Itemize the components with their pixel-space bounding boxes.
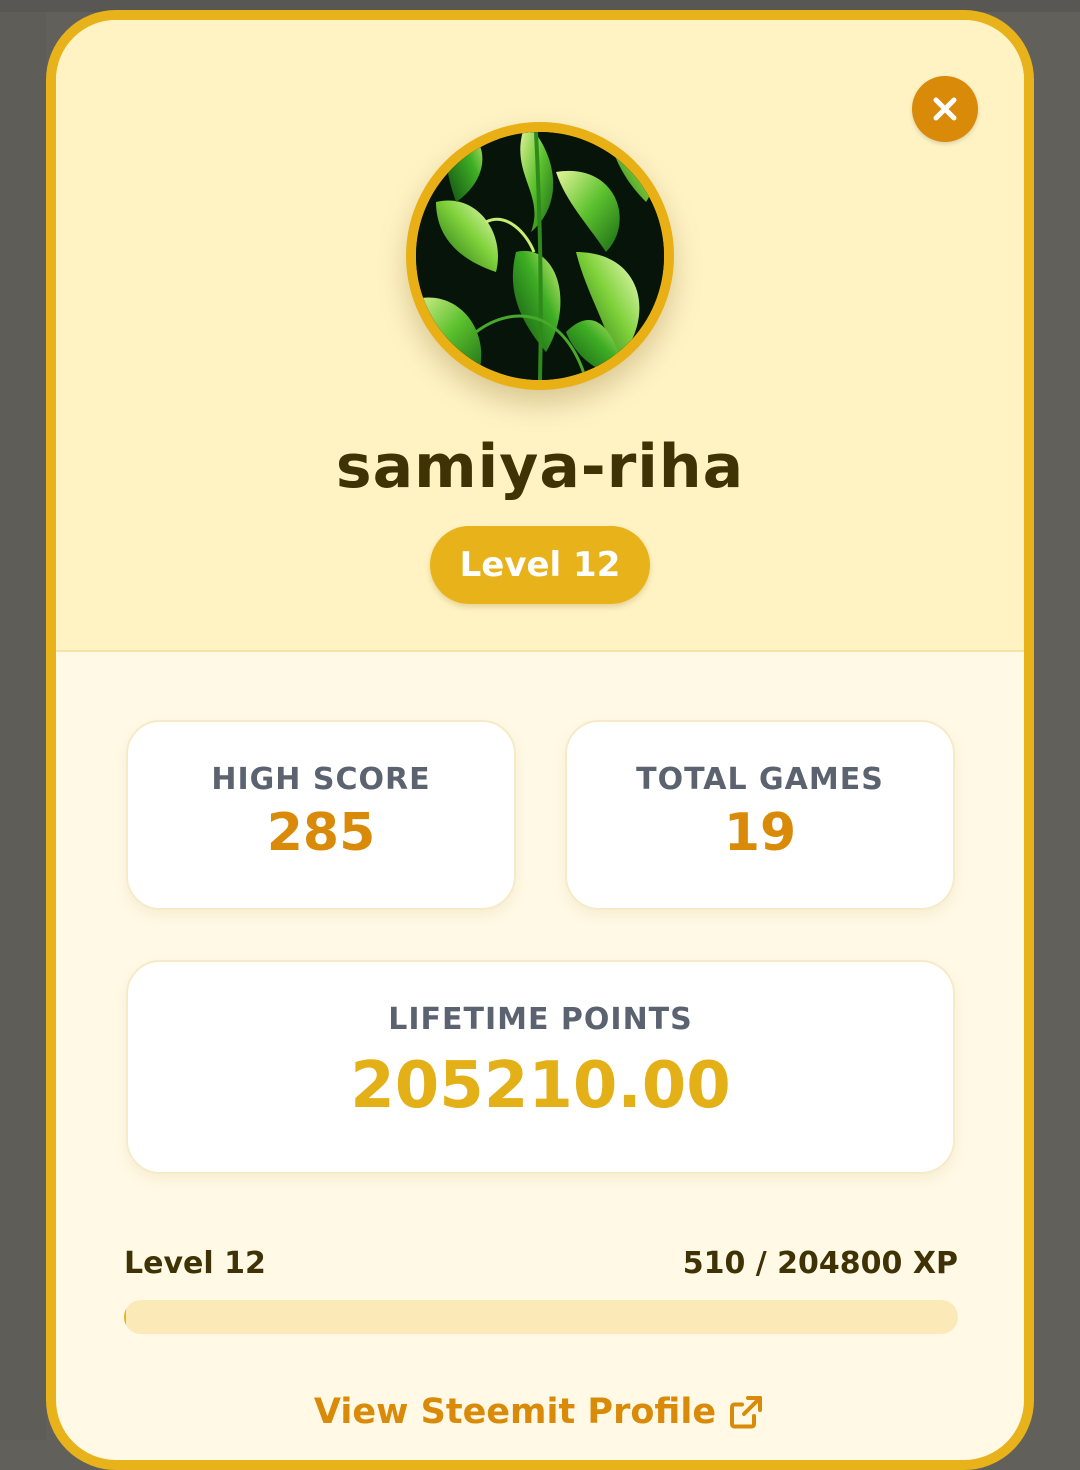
profile-link-label: View Steemit Profile: [313, 1392, 717, 1432]
close-button[interactable]: [912, 76, 978, 142]
xp-progress-fill: [124, 1300, 127, 1334]
high-score-card: HIGH SCORE 285: [126, 720, 516, 910]
total-games-label: TOTAL GAMES: [636, 762, 884, 797]
lifetime-points-value: 205210.00: [350, 1049, 731, 1123]
level-badge: Level 12: [430, 526, 650, 604]
lifetime-points-label: LIFETIME POINTS: [388, 1002, 693, 1037]
avatar: [416, 132, 664, 380]
close-icon: [932, 96, 958, 122]
external-link-icon: [726, 1392, 766, 1432]
xp-progress-bar: [124, 1300, 958, 1334]
username: samiya-riha: [335, 432, 745, 502]
high-score-value: 285: [266, 803, 376, 863]
view-steemit-profile-link[interactable]: View Steemit Profile: [56, 1392, 1024, 1432]
xp-progress-header: Level 12 510 / 204800 XP: [124, 1246, 958, 1281]
total-games-card: TOTAL GAMES 19: [565, 720, 955, 910]
profile-modal: samiya-riha Level 12 HIGH SCORE 285 TOTA…: [46, 10, 1034, 1470]
leaf-pattern-avatar: [416, 132, 664, 380]
total-games-value: 19: [723, 803, 797, 863]
xp-text: 510 / 204800 XP: [682, 1246, 958, 1281]
profile-header: samiya-riha Level 12: [56, 20, 1024, 652]
backdrop: [0, 0, 46, 1440]
lifetime-points-card: LIFETIME POINTS 205210.00: [126, 960, 955, 1174]
high-score-label: HIGH SCORE: [211, 762, 431, 797]
avatar-frame: [406, 122, 674, 390]
progress-level-label: Level 12: [124, 1246, 266, 1281]
